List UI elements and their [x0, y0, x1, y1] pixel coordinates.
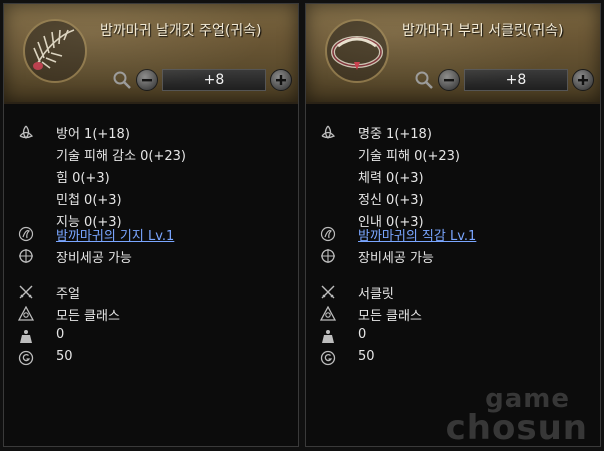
level-value: 0: [358, 327, 367, 342]
equip-note: 장비세공 가능: [56, 251, 132, 266]
gold-coin-icon: [18, 350, 34, 366]
decrease-enhance-button[interactable]: [136, 69, 158, 91]
crossed-swords-icon: [19, 285, 33, 299]
class-restriction: 모든 클래스: [56, 309, 120, 324]
swirl-skill-icon: [18, 226, 34, 242]
triquetra-icon: [321, 125, 336, 140]
plus-icon: [578, 75, 588, 85]
stat-text: 힘 0(+3): [56, 171, 110, 186]
circlet-icon: [325, 19, 389, 83]
watermark-line2: chosun: [445, 408, 588, 447]
item-tooltip-left: 밤까마귀 날개깃 주얼(귀속) +8 방어 1(+18) 기술 피해 감소 0(…: [3, 3, 299, 447]
item-title: 밤까마귀 날개깃 주얼(귀속): [100, 23, 262, 39]
plus-icon: [276, 75, 286, 85]
class-restriction: 모든 클래스: [358, 309, 422, 324]
equip-note: 장비세공 가능: [358, 251, 434, 266]
feather-jewel-icon: [23, 19, 87, 83]
stat-text: 기술 피해 0(+23): [358, 149, 460, 164]
decrease-enhance-button[interactable]: [438, 69, 460, 91]
skill-link[interactable]: 밤까마귀의 기지 Lv.1: [56, 225, 174, 244]
skill-link[interactable]: 밤까마귀의 직감 Lv.1: [358, 225, 476, 244]
enhance-row: +8: [112, 68, 292, 92]
enhance-row: +8: [414, 68, 594, 92]
triquetra-icon: [19, 125, 34, 140]
tooltip-header: 밤까마귀 부리 서클릿(귀속) +8: [306, 4, 600, 104]
minus-icon: [444, 79, 454, 82]
watermark-logo: game chosun: [428, 384, 588, 447]
tooltip-header: 밤까마귀 날개깃 주얼(귀속) +8: [4, 4, 298, 104]
gold-coin-icon: [320, 350, 336, 366]
class-emblem-icon: [320, 306, 336, 321]
stat-primary: 방어 1(+18): [56, 127, 130, 142]
item-title: 밤까마귀 부리 서클릿(귀속): [402, 23, 564, 39]
item-slot: 서클릿: [358, 287, 394, 302]
weight-icon: [322, 330, 334, 343]
minus-icon: [142, 79, 152, 82]
gold-value: 50: [56, 349, 73, 364]
increase-enhance-button[interactable]: [270, 69, 292, 91]
watermark-line1: game: [485, 384, 570, 414]
stat-primary: 명중 1(+18): [358, 127, 432, 142]
class-emblem-icon: [18, 306, 34, 321]
crosshair-icon: [19, 249, 33, 263]
weight-icon: [20, 330, 32, 343]
enhance-value: +8: [162, 69, 266, 91]
stat-text: 체력 0(+3): [358, 171, 424, 186]
gold-value: 50: [358, 349, 375, 364]
increase-enhance-button[interactable]: [572, 69, 594, 91]
level-value: 0: [56, 327, 65, 342]
item-tooltip-right: 밤까마귀 부리 서클릿(귀속) +8 명중 1(+18) 기술 피해 0(+23…: [305, 3, 601, 447]
magnifier-icon[interactable]: [414, 70, 434, 90]
item-slot: 주얼: [56, 287, 80, 302]
magnifier-icon[interactable]: [112, 70, 132, 90]
crossed-swords-icon: [321, 285, 335, 299]
stat-text: 민첩 0(+3): [56, 193, 122, 208]
crosshair-icon: [321, 249, 335, 263]
stat-text: 기술 피해 감소 0(+23): [56, 149, 187, 164]
swirl-skill-icon: [320, 226, 336, 242]
enhance-value: +8: [464, 69, 568, 91]
stat-text: 정신 0(+3): [358, 193, 424, 208]
